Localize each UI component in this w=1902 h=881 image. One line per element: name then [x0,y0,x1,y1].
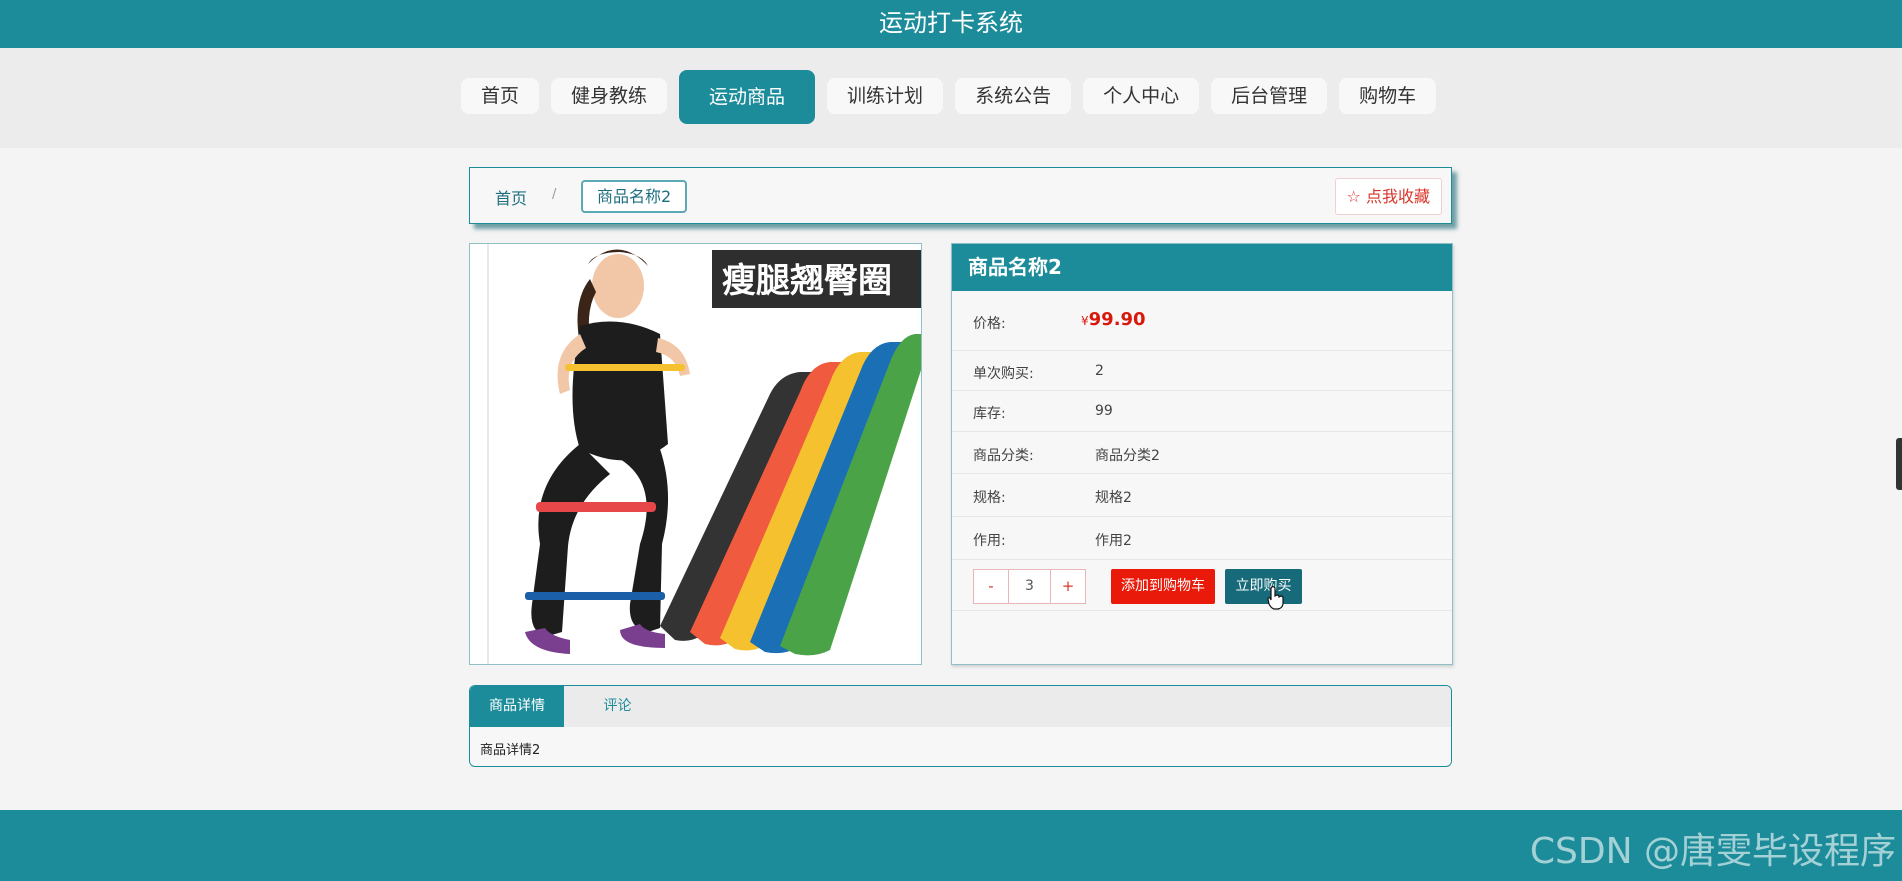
price-label: 价格: [973,316,1006,332]
price-row: 价格: ¥99.90 [952,291,1452,351]
info-row-spec: 规格: 规格2 [952,474,1452,517]
info-label: 库存: [973,406,1006,422]
nav-item-personal-center[interactable]: 个人中心 [1083,78,1200,114]
info-value: 作用2 [1095,533,1132,549]
add-to-cart-button[interactable]: 添加到购物车 [1111,569,1215,604]
tab-content: 商品详情2 [480,743,541,758]
quantity-input[interactable]: 3 [1008,570,1051,603]
tab-product-details[interactable]: 商品详情 [470,686,564,727]
info-value: 2 [1095,363,1104,379]
info-value: 99 [1095,403,1113,419]
info-row-stock: 库存: 99 [952,391,1452,432]
nav-item-products[interactable]: 运动商品 [679,70,816,124]
breadcrumb: 首页 / 商品名称2 ☆ 点我收藏 [469,167,1452,224]
info-row-purchase-qty: 单次购买: 2 [952,351,1452,391]
product-tabs: 商品详情 评论 商品详情2 [469,685,1452,767]
info-value: 规格2 [1095,490,1132,506]
info-label: 作用: [973,533,1006,549]
star-outline-icon: ☆ [1346,187,1361,206]
product-name: 商品名称2 [952,244,1452,291]
breadcrumb-separator: / [552,187,557,202]
quantity-increment-button[interactable]: + [1051,570,1085,603]
tab-comments[interactable]: 评论 [580,686,655,727]
info-row-effect: 作用: 作用2 [952,517,1452,560]
app-title: 运动打卡系统 [879,9,1023,37]
info-label: 规格: [973,490,1006,506]
info-label: 单次购买: [973,366,1034,382]
currency-symbol: ¥ [1081,314,1089,328]
side-scroll-handle[interactable] [1896,438,1902,490]
nav-item-announcements[interactable]: 系统公告 [955,78,1072,114]
nav-item-cart[interactable]: 购物车 [1339,78,1437,114]
quantity-decrement-button[interactable]: - [974,570,1008,603]
price-amount: 99.90 [1088,309,1146,330]
nav-item-home[interactable]: 首页 [461,78,540,114]
info-label: 商品分类: [973,448,1034,464]
favorite-button[interactable]: ☆ 点我收藏 [1334,178,1442,215]
buy-now-button[interactable]: 立即购买 [1225,569,1302,604]
price-value: ¥99.90 [1081,309,1146,330]
app-header: 运动打卡系统 [0,0,1902,48]
main-nav: 首页 健身教练 运动商品 训练计划 系统公告 个人中心 后台管理 购物车 [0,48,1902,148]
watermark: CSDN @唐雯毕设程序 [1529,831,1896,872]
breadcrumb-home-link[interactable]: 首页 [495,185,527,209]
product-banner-text: 瘦腿翘臀圈 [722,261,892,301]
quantity-stepper: - 3 + [973,569,1086,604]
info-value: 商品分类2 [1095,448,1160,464]
favorite-button-label: 点我收藏 [1365,187,1430,206]
nav-item-admin[interactable]: 后台管理 [1211,78,1328,114]
nav-item-training-plan[interactable]: 训练计划 [827,78,944,114]
product-image: 瘦腿翘臀圈 [469,243,922,665]
nav-item-coaches[interactable]: 健身教练 [551,78,668,114]
product-info-panel: 商品名称2 价格: ¥99.90 单次购买: 2 库存: 99 商品分类: 商品… [951,243,1453,665]
breadcrumb-current: 商品名称2 [581,180,688,213]
info-row-category: 商品分类: 商品分类2 [952,432,1452,474]
hand-cursor-icon [1267,586,1284,610]
